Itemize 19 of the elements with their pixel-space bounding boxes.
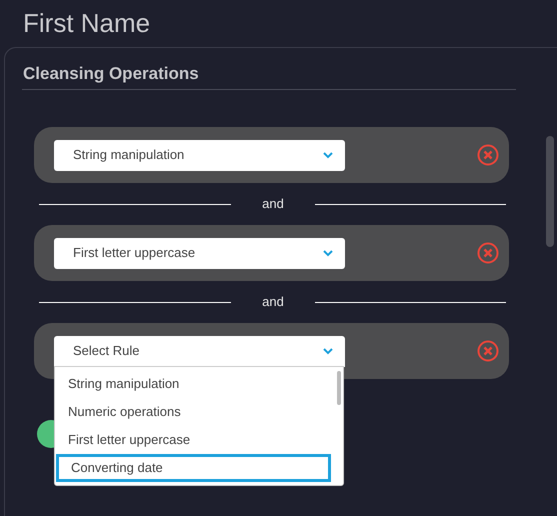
scrollbar-thumb[interactable]	[337, 371, 341, 405]
connector-label: and	[261, 195, 285, 214]
dropdown-option[interactable]: First letter uppercase	[56, 426, 331, 454]
remove-icon[interactable]	[477, 242, 499, 264]
connector-label: and	[261, 293, 285, 312]
rule-select[interactable]: First letter uppercase	[54, 238, 345, 268]
remove-icon[interactable]	[477, 340, 499, 362]
scrollbar-thumb[interactable]	[546, 136, 554, 247]
chevron-down-icon	[323, 250, 333, 256]
dropdown-option[interactable]: Converting date	[56, 454, 331, 482]
rule-select[interactable]: String manipulation	[54, 140, 345, 170]
page-title: First Name	[23, 7, 150, 40]
remove-icon[interactable]	[477, 144, 499, 166]
rule-select[interactable]: Select Rule	[54, 336, 345, 366]
dropdown-option[interactable]: Numeric operations	[56, 398, 331, 426]
panel-title: Cleansing Operations	[23, 63, 199, 85]
chevron-down-icon	[323, 152, 333, 158]
chevron-down-icon	[323, 348, 333, 354]
dropdown-option[interactable]: String manipulation	[56, 370, 331, 398]
